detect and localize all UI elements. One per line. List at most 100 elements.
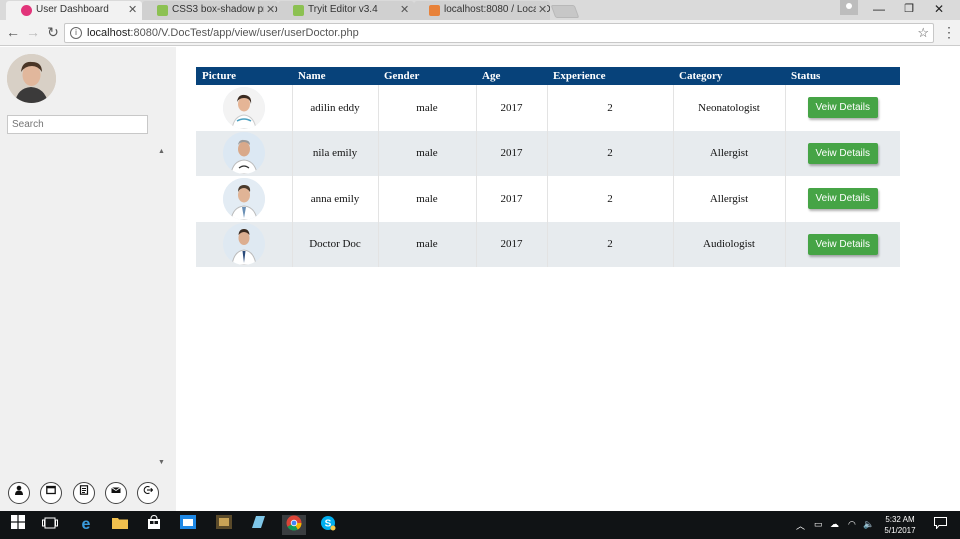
status-cell: Veiw Details: [784, 221, 900, 267]
column-header: Picture: [196, 67, 292, 85]
volume-icon[interactable]: 🔈: [863, 519, 874, 530]
mail-icon[interactable]: [105, 482, 127, 504]
search-input[interactable]: [7, 115, 148, 134]
column-header: Name: [292, 67, 378, 85]
arrow-right-icon: →: [26, 24, 40, 40]
tab-title: Tryit Editor v3.4: [308, 4, 378, 15]
picture-cell: [196, 176, 292, 222]
table-row: anna emily male 2017 2 Allergist Veiw De…: [196, 176, 900, 222]
name-cell: adilin eddy: [291, 85, 378, 131]
task-view-icon[interactable]: [40, 515, 60, 535]
column-header: Category: [673, 67, 785, 85]
view-details-button[interactable]: Veiw Details: [807, 142, 878, 164]
document-icon[interactable]: [73, 482, 95, 504]
chevron-up-icon[interactable]: ︿: [796, 519, 805, 532]
age-cell: 2017: [475, 221, 547, 267]
gender-cell: male: [377, 221, 476, 267]
status-cell: Veiw Details: [784, 85, 900, 131]
chrome-icon[interactable]: [282, 515, 306, 535]
tab-title: localhost:8080 / Local D: [444, 4, 550, 15]
window-icon[interactable]: [40, 482, 62, 504]
doctor-photo: [222, 177, 265, 220]
reload-button[interactable]: ↻: [45, 24, 61, 40]
edge-browser-icon[interactable]: e: [76, 515, 96, 535]
user-photo-icon: [7, 54, 56, 103]
back-button[interactable]: ←: [5, 24, 21, 40]
tab-css3-box-shadow[interactable]: CSS3 box-shadow prope ✕: [142, 1, 278, 20]
table-row: nila emily male 2017 2 Allergist Veiw De…: [196, 130, 900, 176]
column-header: Experience: [547, 67, 673, 85]
experience-cell: 2: [546, 85, 673, 131]
view-details-button[interactable]: Veiw Details: [807, 233, 878, 255]
bookmark-star-icon[interactable]: ☆: [917, 25, 929, 41]
tab-title: CSS3 box-shadow prope: [172, 4, 278, 15]
wifi-icon[interactable]: ◠: [848, 519, 856, 530]
media-app-icon[interactable]: [214, 515, 234, 535]
store-icon[interactable]: [144, 514, 164, 535]
scroll-down-icon[interactable]: ▼: [158, 459, 165, 466]
reload-icon: ↻: [47, 24, 59, 40]
name-cell: anna emily: [291, 176, 378, 222]
view-details-button[interactable]: Veiw Details: [807, 97, 878, 119]
column-header: Status: [785, 67, 900, 85]
table-header-row: Picture Name Gender Age Experience Categ…: [196, 67, 900, 85]
tab-localhost-phpmyadmin[interactable]: localhost:8080 / Local D ✕: [414, 1, 550, 20]
picture-cell: [196, 221, 292, 267]
arrow-left-icon: ←: [6, 24, 20, 40]
minimize-icon[interactable]: —: [864, 0, 894, 20]
skype-icon[interactable]: S: [318, 515, 338, 535]
windows-taskbar: e S ︿ ▭ ☁ ◠ 🔈 5:32 AM 5/1/2017: [0, 511, 960, 539]
sidebar: ▲ ▼: [0, 47, 176, 511]
experience-cell: 2: [546, 221, 673, 267]
name-cell: nila emily: [291, 130, 378, 176]
status-cell: Veiw Details: [784, 130, 900, 176]
restore-icon[interactable]: ❐: [894, 0, 924, 20]
url-text: localhost:8080/V.DocTest/app/view/user/u…: [87, 27, 359, 39]
cloud-icon[interactable]: ☁: [830, 519, 839, 530]
gender-cell: male: [377, 130, 476, 176]
close-tab-icon[interactable]: ✕: [264, 1, 276, 19]
close-tab-icon[interactable]: ✕: [536, 1, 548, 19]
file-explorer-icon[interactable]: [110, 515, 130, 535]
info-icon[interactable]: i: [70, 27, 82, 39]
windows-start-icon[interactable]: [8, 515, 28, 535]
category-cell: Allergist: [672, 130, 785, 176]
picture-cell: [196, 130, 292, 176]
dashboard-favicon-icon: [21, 5, 32, 16]
w3schools-favicon-icon: [157, 5, 168, 16]
age-cell: 2017: [475, 176, 547, 222]
tab-user-dashboard[interactable]: User Dashboard ✕: [6, 1, 142, 20]
close-tab-icon[interactable]: ✕: [400, 1, 409, 19]
gender-cell: male: [377, 176, 476, 222]
column-header: Gender: [378, 67, 476, 85]
age-cell: 2017: [475, 130, 547, 176]
name-cell: Doctor Doc: [291, 221, 378, 267]
clock-date: 5/1/2017: [884, 526, 916, 535]
scroll-up-icon[interactable]: ▲: [158, 148, 165, 155]
tab-tryit-editor[interactable]: Tryit Editor v3.4 ✕: [278, 1, 414, 20]
table-row: adilin eddy male 2017 2 Neonatologist Ve…: [196, 85, 900, 131]
avatar: [7, 54, 56, 103]
notifications-icon[interactable]: [930, 515, 950, 535]
category-cell: Neonatologist: [672, 85, 785, 131]
experience-cell: 2: [546, 130, 673, 176]
user-icon[interactable]: [8, 482, 30, 504]
system-clock[interactable]: 5:32 AM 5/1/2017: [880, 514, 920, 536]
app-icon[interactable]: [178, 515, 198, 535]
view-details-button[interactable]: Veiw Details: [807, 188, 878, 210]
chrome-menu-icon[interactable]: ⋮: [942, 24, 956, 40]
category-cell: Allergist: [672, 176, 785, 222]
address-bar[interactable]: i localhost:8080/V.DocTest/app/view/user…: [64, 23, 934, 43]
notes-app-icon[interactable]: [248, 515, 268, 535]
forward-button[interactable]: →: [25, 24, 41, 40]
tab-title: User Dashboard: [36, 4, 109, 15]
w3schools-favicon-icon: [293, 5, 304, 16]
new-tab-button[interactable]: [550, 5, 580, 18]
profile-icon[interactable]: [840, 0, 858, 15]
logout-icon[interactable]: [137, 482, 159, 504]
battery-icon[interactable]: ▭: [814, 519, 823, 530]
close-window-icon[interactable]: ✕: [924, 0, 954, 20]
page-content: ▲ ▼ Picture Name Gender Age Experi: [0, 47, 960, 511]
age-cell: 2017: [475, 85, 547, 131]
close-tab-icon[interactable]: ✕: [128, 1, 137, 19]
